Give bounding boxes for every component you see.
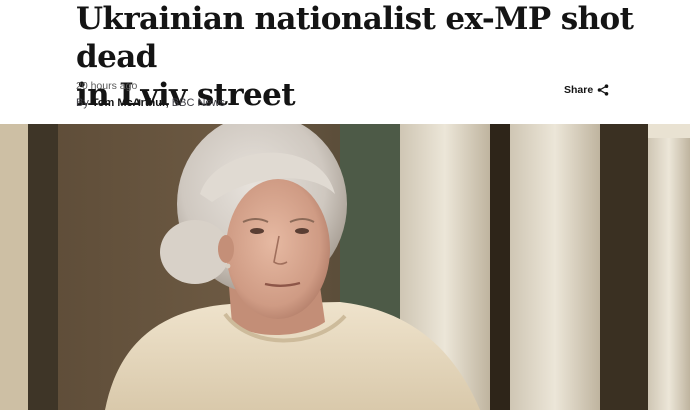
headline-line-1: Ukrainian nationalist ex-MP shot dead: [76, 1, 634, 75]
article-byline: By Tom McArthur, BBC News: [76, 97, 225, 109]
share-label: Share: [564, 84, 594, 96]
article-hero-image: [0, 124, 690, 410]
byline-outlet: BBC News: [171, 97, 225, 109]
byline-prefix: By: [76, 97, 89, 109]
byline-author[interactable]: Tom McArthur,: [92, 97, 169, 109]
share-icon: [597, 84, 609, 96]
share-button[interactable]: Share: [564, 84, 609, 96]
article-timestamp: 20 hours ago: [76, 80, 138, 92]
